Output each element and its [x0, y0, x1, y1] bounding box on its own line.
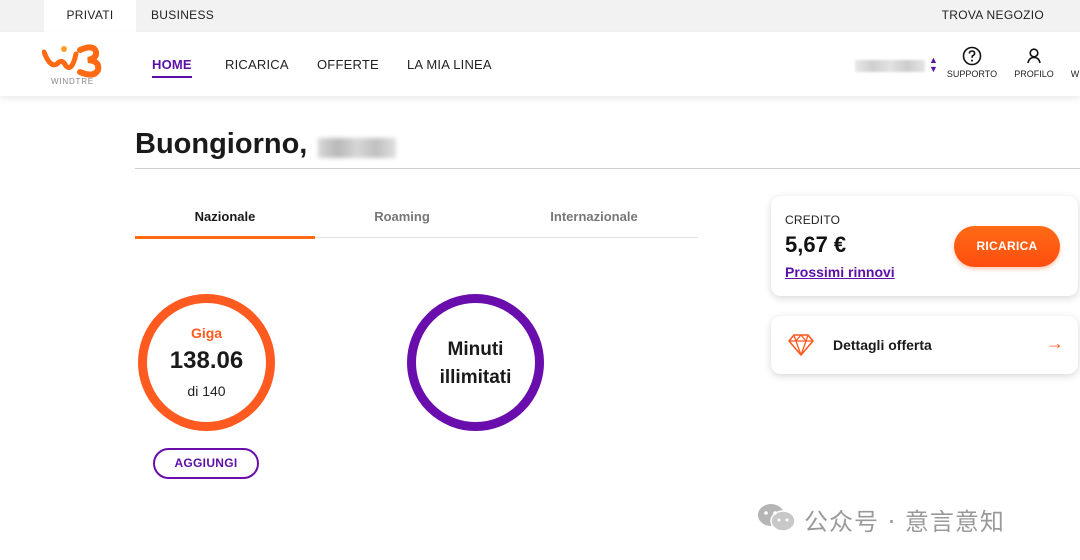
active-tab-indicator: [135, 236, 315, 239]
prossimi-rinnovi-link[interactable]: Prossimi rinnovi: [785, 264, 895, 280]
header-cut-item[interactable]: W: [1068, 46, 1080, 79]
logo-wordmark: WINDTRE: [51, 77, 94, 86]
profilo-label: PROFILO: [1014, 69, 1054, 79]
line-selector[interactable]: ▲ ▼: [855, 55, 939, 74]
minutes-line-1: Minuti: [447, 339, 504, 360]
tab-internazionale[interactable]: Internazionale: [525, 209, 663, 224]
trova-negozio-link[interactable]: TROVA NEGOZIO: [942, 0, 1044, 32]
supporto-button[interactable]: SUPPORTO: [944, 46, 1000, 79]
redacted-phone-number: [855, 60, 925, 72]
minutes-line-2: illimitati: [439, 367, 512, 388]
partial-icon: [1068, 46, 1080, 66]
redacted-user-name: [318, 138, 396, 158]
credit-balance: 5,67 €: [785, 232, 847, 257]
greeting-divider: [135, 168, 1080, 169]
ricarica-button[interactable]: RICARICA: [954, 226, 1060, 267]
giga-total: di 140: [187, 383, 226, 399]
top-bar: PRIVATI BUSINESS TROVA NEGOZIO: [0, 0, 1080, 32]
segment-privati[interactable]: PRIVATI: [44, 0, 136, 32]
wechat-logo-icon: [758, 504, 796, 532]
nav-offerte[interactable]: OFFERTE: [317, 57, 379, 72]
arrow-right-icon: →: [1046, 333, 1064, 353]
profilo-button[interactable]: PROFILO: [1010, 46, 1058, 79]
tab-roaming[interactable]: Roaming: [325, 209, 479, 224]
user-icon: [1027, 48, 1041, 64]
minutes-ring: Minuti illimitati: [407, 294, 544, 431]
usage-tabs: Nazionale Roaming Internazionale: [135, 200, 698, 239]
wechat-watermark: 公众号 · 意言意知: [756, 500, 1056, 536]
nav-ricarica[interactable]: RICARICA: [225, 57, 289, 72]
segment-business[interactable]: BUSINESS: [151, 0, 214, 32]
giga-usage-ring: Giga 138.06 di 140: [138, 294, 275, 431]
supporto-label: SUPPORTO: [946, 69, 998, 79]
credit-card: CREDITO 5,67 € Prossimi rinnovi RICARICA: [771, 196, 1078, 296]
nav-la-mia-linea[interactable]: LA MIA LINEA: [407, 57, 492, 72]
minutes-text: Minuti illimitati: [416, 336, 535, 392]
tab-nazionale[interactable]: Nazionale: [135, 209, 315, 224]
main-header: WINDTRE HOME RICARICA OFFERTE LA MIA LIN…: [0, 32, 1080, 96]
updown-chevron-icon: ▲ ▼: [929, 55, 938, 74]
dettagli-offerta-label: Dettagli offerta: [833, 337, 932, 353]
nav-home[interactable]: HOME: [152, 57, 192, 78]
credit-label: CREDITO: [785, 213, 841, 227]
giga-label: Giga: [190, 325, 223, 341]
page-greeting: Buongiorno,: [135, 128, 308, 160]
header-cut-label: W: [1070, 69, 1080, 79]
aggiungi-button[interactable]: AGGIUNGI: [153, 448, 259, 479]
question-circle-icon: [962, 46, 982, 66]
watermark-text: 公众号 · 意言意知: [804, 508, 1005, 536]
diamond-icon: [788, 334, 814, 356]
windtre-logo-icon: [41, 44, 102, 78]
giga-remaining-value: 138.06: [169, 347, 244, 374]
dettagli-offerta-card[interactable]: Dettagli offerta →: [771, 316, 1078, 374]
